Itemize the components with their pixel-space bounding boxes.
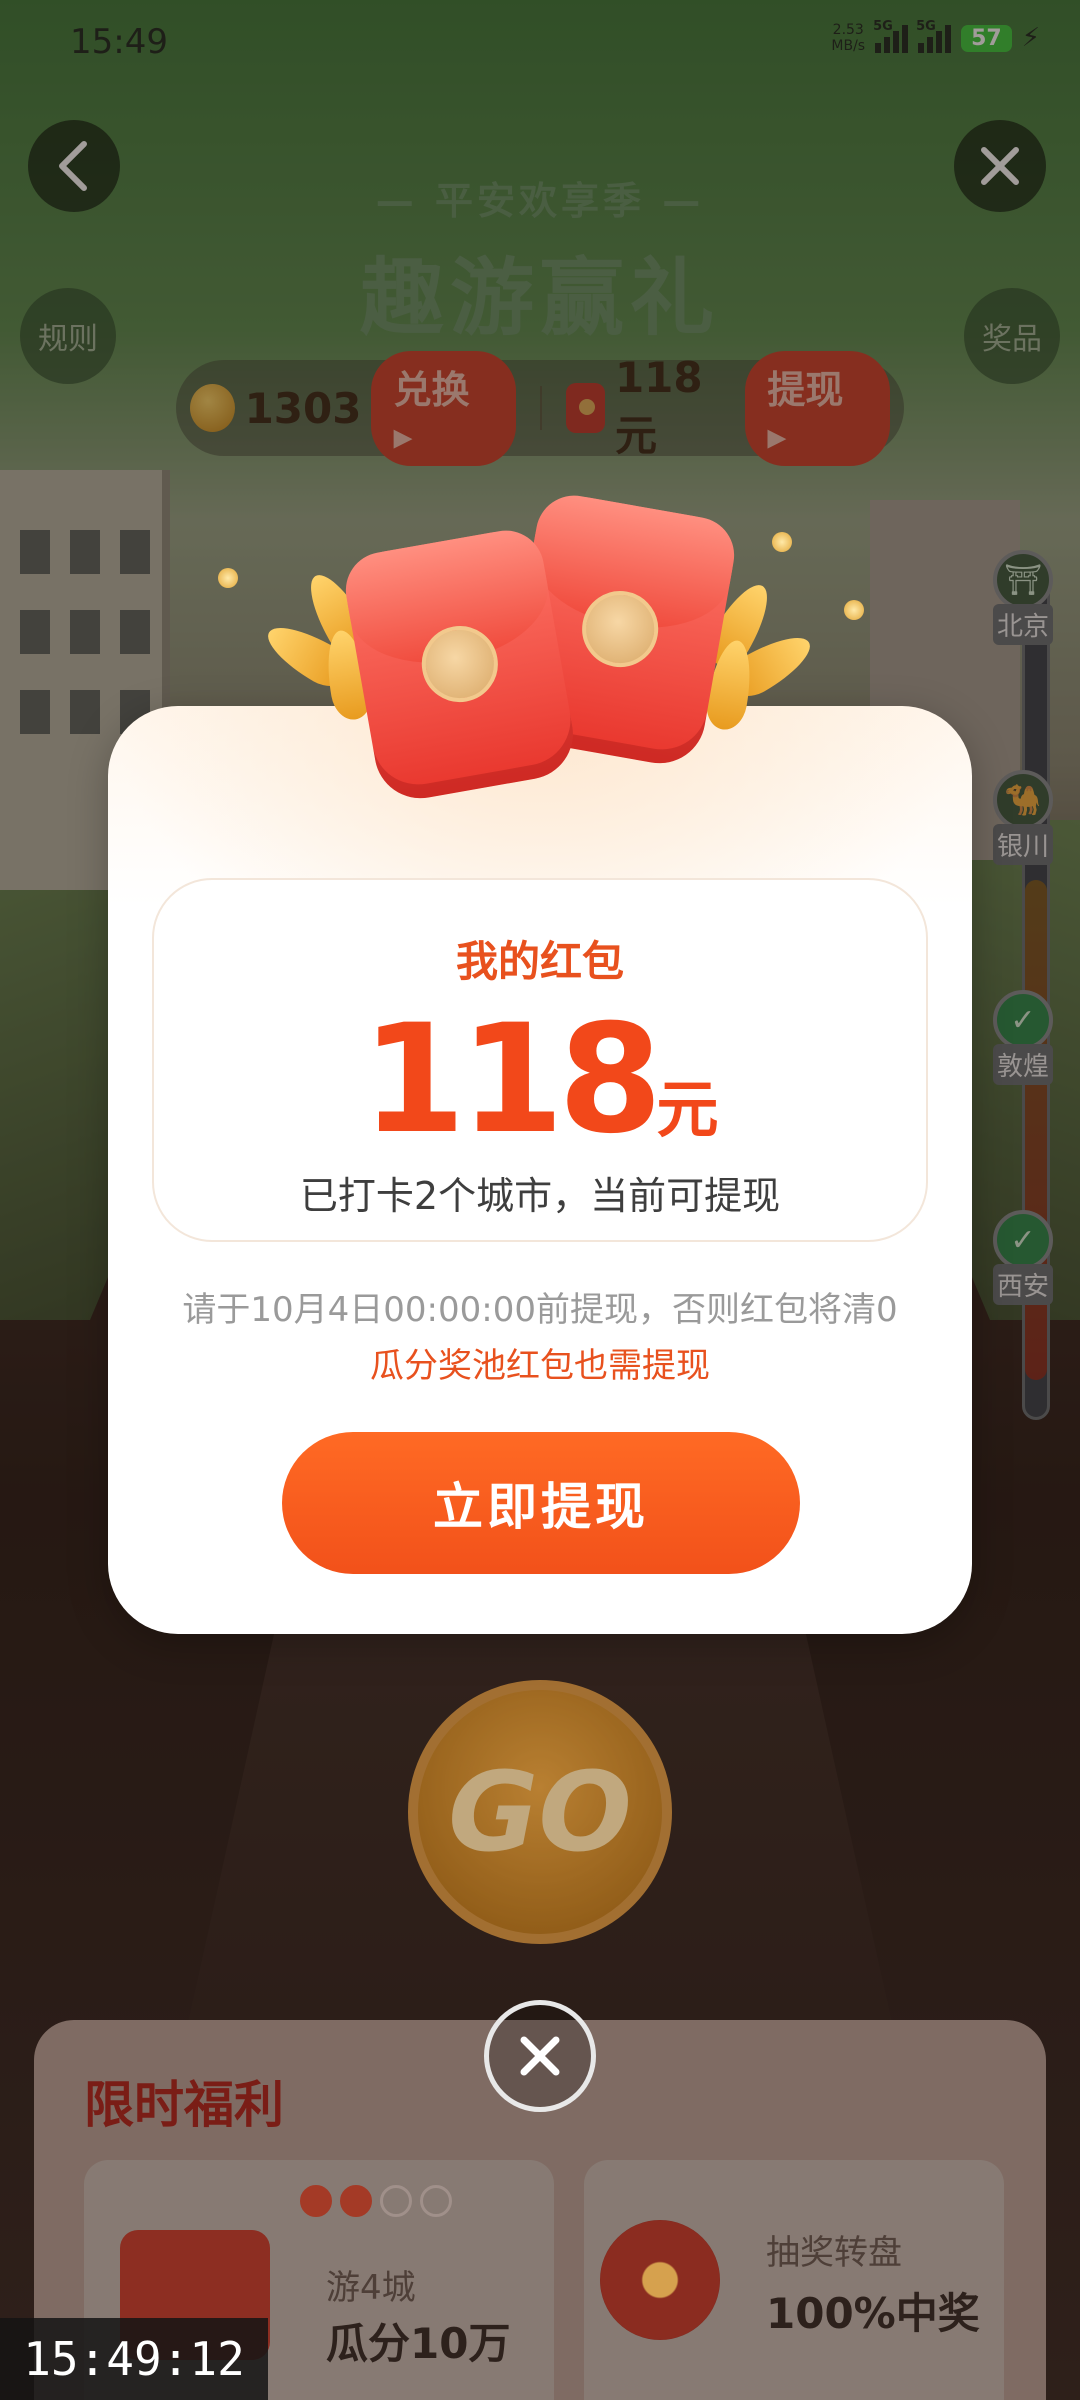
go-button[interactable]: GO — [408, 1680, 672, 1944]
lottery-wheel-icon — [600, 2220, 720, 2340]
withdraw-now-button[interactable]: 立即提现 — [282, 1432, 800, 1574]
sparkle-icon — [772, 532, 792, 552]
red-packet-dialog: 我的红包 118元 已打卡2个城市，当前可提现 请于10月4日00:00:00前… — [108, 706, 972, 1634]
welfare-card-subtitle: 游4城 — [326, 2268, 416, 2308]
amount-unit: 元 — [656, 1073, 719, 1146]
welfare-card-main: 100%中奖 — [766, 2289, 980, 2338]
sparkle-icon — [218, 568, 238, 588]
welfare-title: 限时福利 — [84, 2076, 284, 2134]
prize-pool-note: 瓜分奖池红包也需提现 — [370, 1346, 710, 1386]
my-red-packet-label: 我的红包 — [455, 937, 624, 986]
progress-dot — [420, 2185, 452, 2217]
welfare-card-subtitle: 抽奖转盘 — [766, 2233, 902, 2273]
timestamp-overlay: 15:49:12 — [0, 2318, 268, 2400]
close-icon — [520, 2036, 560, 2076]
progress-dot — [340, 2185, 372, 2217]
city-progress-dots — [300, 2185, 452, 2217]
progress-dot — [380, 2185, 412, 2217]
welfare-card-main: 瓜分10万 — [326, 2319, 511, 2368]
progress-dot — [300, 2185, 332, 2217]
sparkle-icon — [844, 600, 864, 620]
red-packet-amount: 118元 — [154, 993, 926, 1167]
red-packet-icon — [339, 524, 581, 806]
checkin-description: 已打卡2个城市，当前可提现 — [299, 1174, 781, 1218]
red-packet-summary-card: 我的红包 118元 已打卡2个城市，当前可提现 — [152, 878, 928, 1242]
dialog-close-button[interactable] — [484, 2000, 596, 2112]
amount-value: 118 — [361, 993, 662, 1167]
withdraw-deadline-note: 请于10月4日00:00:00前提现，否则红包将清0 — [182, 1290, 898, 1330]
